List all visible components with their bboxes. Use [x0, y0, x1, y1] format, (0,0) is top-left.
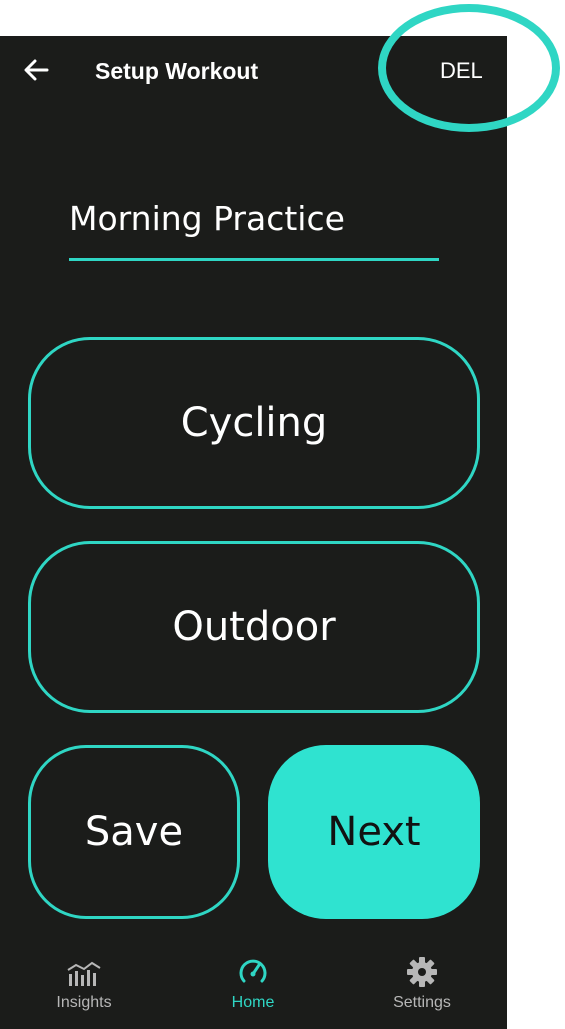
- gear-icon: [407, 957, 437, 987]
- bottom-navigation: Insights Home Settings: [0, 944, 507, 1029]
- activity-type-button[interactable]: Cycling: [28, 337, 480, 509]
- nav-label-home: Home: [231, 994, 275, 1011]
- nav-label-settings: Settings: [393, 994, 451, 1011]
- page-title: Setup Workout: [95, 58, 259, 84]
- phone-screen: Setup Workout DEL Cycling Outdoor Save N…: [0, 36, 507, 1029]
- speedometer-icon: [239, 959, 267, 983]
- workout-name-field[interactable]: [69, 199, 439, 261]
- next-button[interactable]: Next: [268, 745, 480, 919]
- nav-item-insights[interactable]: Insights: [29, 954, 139, 1024]
- workout-name-input[interactable]: [69, 199, 439, 238]
- nav-label-insights: Insights: [56, 994, 112, 1011]
- environment-button[interactable]: Outdoor: [28, 541, 480, 713]
- delete-button[interactable]: DEL: [440, 58, 483, 84]
- back-button[interactable]: [20, 54, 52, 86]
- nav-item-settings[interactable]: Settings: [367, 954, 477, 1024]
- insights-chart-icon: [67, 961, 101, 986]
- nav-item-home[interactable]: Home: [198, 954, 308, 1024]
- back-arrow-icon: [24, 59, 49, 81]
- app-bar: Setup Workout DEL: [0, 36, 507, 106]
- save-button[interactable]: Save: [28, 745, 240, 919]
